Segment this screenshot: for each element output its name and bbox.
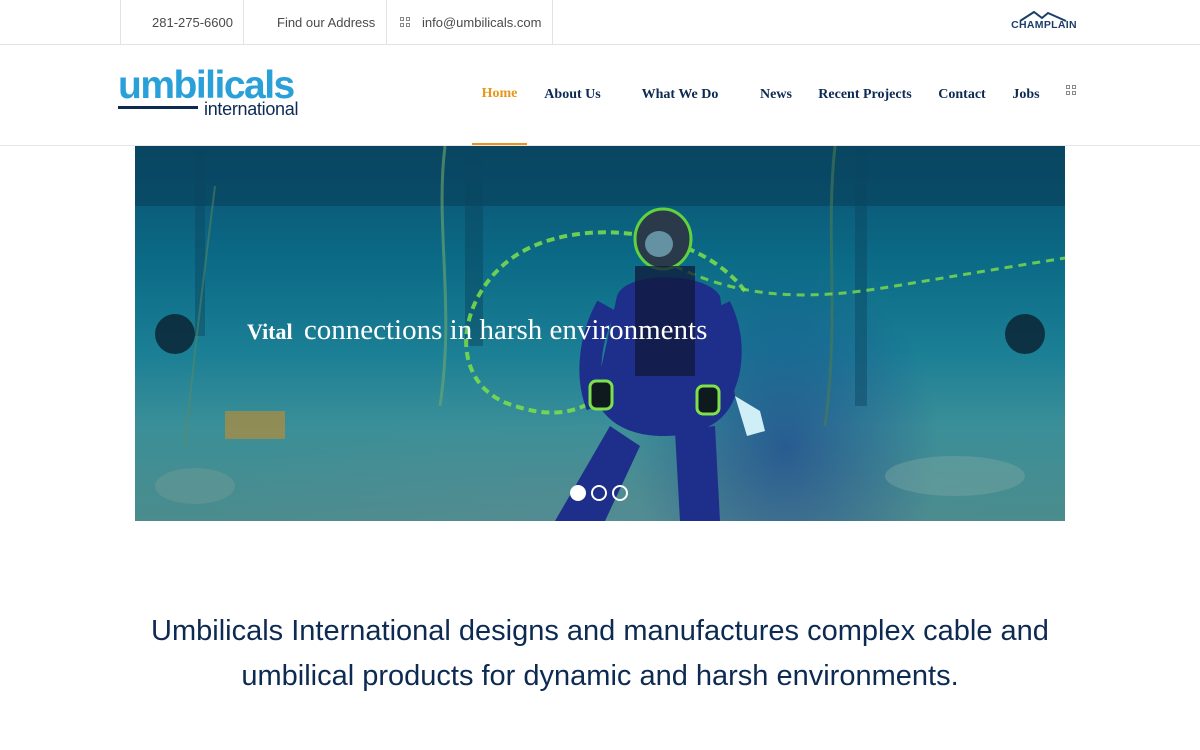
prev-arrow-icon[interactable] — [155, 314, 195, 354]
slide-dot-3[interactable] — [612, 485, 628, 501]
email-address: info@umbilicals.com — [422, 14, 542, 30]
site-header: umbilicals international Home About Us W… — [0, 45, 1200, 146]
nav-contact[interactable]: Contact — [930, 45, 994, 145]
slider-pagination — [570, 485, 628, 501]
slide-dot-2[interactable] — [591, 485, 607, 501]
slide-caption-bold: Vital — [247, 319, 293, 344]
grid-icon — [400, 17, 410, 27]
champlain-logo-text: CHAMPLAIN — [1011, 19, 1077, 31]
grid-menu-icon[interactable] — [1066, 85, 1076, 95]
nav-recent-projects[interactable]: Recent Projects — [810, 45, 920, 145]
slide-dot-1[interactable] — [570, 485, 586, 501]
logo-subtitle: international — [204, 99, 299, 119]
nav-home[interactable]: Home — [472, 45, 527, 145]
address-link[interactable]: Find our Address — [243, 0, 386, 44]
logo-underline — [118, 106, 198, 109]
email-link[interactable]: info@umbilicals.com — [386, 0, 553, 44]
phone-link[interactable]: 281-275-6600 — [120, 0, 243, 44]
umbilicals-logo[interactable]: umbilicals international — [118, 65, 308, 120]
slide-caption-text: connections in harsh environments — [303, 314, 708, 346]
phone-number: 281-275-6600 — [152, 14, 233, 30]
address-label: Find our Address — [277, 14, 376, 30]
nav-about-us[interactable]: About Us — [535, 45, 610, 145]
slide-caption: Vital connections in harsh environments — [247, 314, 707, 347]
nav-jobs[interactable]: Jobs — [1004, 45, 1048, 145]
hero-slider[interactable]: Vital connections in harsh environments — [135, 146, 1065, 521]
company-tagline: Umbilicals International designs and man… — [151, 615, 1049, 692]
champlain-logo[interactable]: CHAMPLAIN — [1006, 9, 1082, 35]
nav-news[interactable]: News — [752, 45, 800, 145]
next-arrow-icon[interactable] — [1005, 314, 1045, 354]
nav-what-we-do[interactable]: What We Do — [630, 45, 730, 145]
top-bar: 281-275-6600 Find our Address info@umbil… — [0, 0, 1200, 45]
